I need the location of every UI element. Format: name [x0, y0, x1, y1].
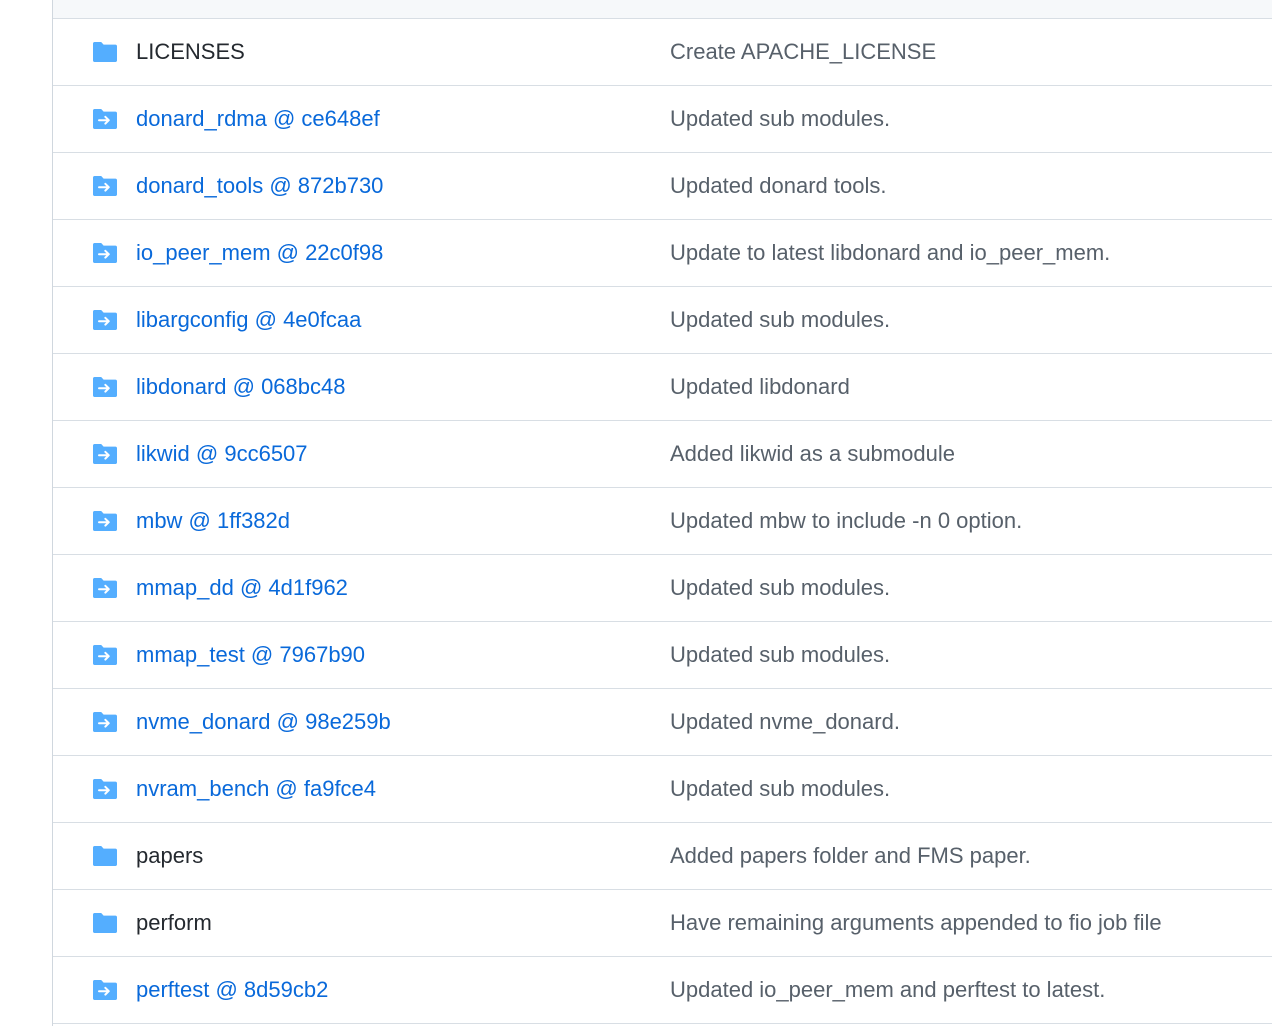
file-list: LICENSES Create APACHE_LICENSE donard_rd… [52, 0, 1272, 1026]
submodule-folder-icon [91, 241, 119, 265]
submodule-folder-icon [91, 107, 119, 131]
file-row: mbw @ 1ff382d Updated mbw to include -n … [53, 488, 1272, 555]
submodule-folder-icon [91, 710, 119, 734]
file-name-link[interactable]: nvram_bench @ fa9fce4 [136, 756, 376, 822]
file-row: io_peer_mem @ 22c0f98 Update to latest l… [53, 220, 1272, 287]
file-row: perform Have remaining arguments appende… [53, 890, 1272, 957]
commit-message-link[interactable]: Updated donard tools. [670, 153, 887, 219]
file-name-link[interactable]: perform [136, 890, 212, 956]
submodule-folder-icon [91, 978, 119, 1002]
file-name-link[interactable]: LICENSES [136, 19, 245, 85]
commit-message-link[interactable]: Updated libdonard [670, 354, 850, 420]
commit-message-link[interactable]: Updated sub modules. [670, 86, 890, 152]
submodule-folder-icon [91, 174, 119, 198]
file-name-link[interactable]: libdonard @ 068bc48 [136, 354, 345, 420]
commit-message-link[interactable]: Added papers folder and FMS paper. [670, 823, 1031, 889]
folder-icon [91, 40, 119, 64]
file-name-link[interactable]: mmap_dd @ 4d1f962 [136, 555, 348, 621]
commit-message-link[interactable]: Update to latest libdonard and io_peer_m… [670, 220, 1110, 286]
commit-message-link[interactable]: Updated mbw to include -n 0 option. [670, 488, 1022, 554]
file-row: donard_rdma @ ce648ef Updated sub module… [53, 86, 1272, 153]
file-row: nvme_donard @ 98e259b Updated nvme_donar… [53, 689, 1272, 756]
file-row: mmap_dd @ 4d1f962 Updated sub modules. [53, 555, 1272, 622]
file-row: papers Added papers folder and FMS paper… [53, 823, 1272, 890]
commit-message-link[interactable]: Added likwid as a submodule [670, 421, 955, 487]
submodule-folder-icon [91, 442, 119, 466]
submodule-folder-icon [91, 509, 119, 533]
file-row: mmap_test @ 7967b90 Updated sub modules. [53, 622, 1272, 689]
file-row: donard_tools @ 872b730 Updated donard to… [53, 153, 1272, 220]
file-list-header [53, 0, 1272, 19]
commit-message-link[interactable]: Have remaining arguments appended to fio… [670, 890, 1162, 956]
file-name-link[interactable]: likwid @ 9cc6507 [136, 421, 308, 487]
file-name-link[interactable]: io_peer_mem @ 22c0f98 [136, 220, 383, 286]
submodule-folder-icon [91, 777, 119, 801]
file-row: perftest @ 8d59cb2 Updated io_peer_mem a… [53, 957, 1272, 1024]
submodule-folder-icon [91, 643, 119, 667]
file-name-link[interactable]: donard_rdma @ ce648ef [136, 86, 380, 152]
file-name-link[interactable]: mbw @ 1ff382d [136, 488, 290, 554]
file-name-link[interactable]: libargconfig @ 4e0fcaa [136, 287, 361, 353]
commit-message-link[interactable]: Updated sub modules. [670, 756, 890, 822]
submodule-folder-icon [91, 308, 119, 332]
folder-icon [91, 844, 119, 868]
file-row: LICENSES Create APACHE_LICENSE [53, 19, 1272, 86]
file-row: nvram_bench @ fa9fce4 Updated sub module… [53, 756, 1272, 823]
file-name-link[interactable]: donard_tools @ 872b730 [136, 153, 383, 219]
folder-icon [91, 911, 119, 935]
commit-message-link[interactable]: Updated sub modules. [670, 555, 890, 621]
commit-message-link[interactable]: Create APACHE_LICENSE [670, 19, 936, 85]
commit-message-link[interactable]: Updated sub modules. [670, 622, 890, 688]
file-name-link[interactable]: perftest @ 8d59cb2 [136, 957, 328, 1023]
file-rows: LICENSES Create APACHE_LICENSE donard_rd… [53, 19, 1272, 1024]
submodule-folder-icon [91, 375, 119, 399]
file-row: libargconfig @ 4e0fcaa Updated sub modul… [53, 287, 1272, 354]
commit-message-link[interactable]: Updated nvme_donard. [670, 689, 900, 755]
file-name-link[interactable]: papers [136, 823, 203, 889]
file-row: libdonard @ 068bc48 Updated libdonard [53, 354, 1272, 421]
submodule-folder-icon [91, 576, 119, 600]
file-row: likwid @ 9cc6507 Added likwid as a submo… [53, 421, 1272, 488]
file-name-link[interactable]: nvme_donard @ 98e259b [136, 689, 391, 755]
file-name-link[interactable]: mmap_test @ 7967b90 [136, 622, 365, 688]
commit-message-link[interactable]: Updated sub modules. [670, 287, 890, 353]
commit-message-link[interactable]: Updated io_peer_mem and perftest to late… [670, 957, 1105, 1023]
